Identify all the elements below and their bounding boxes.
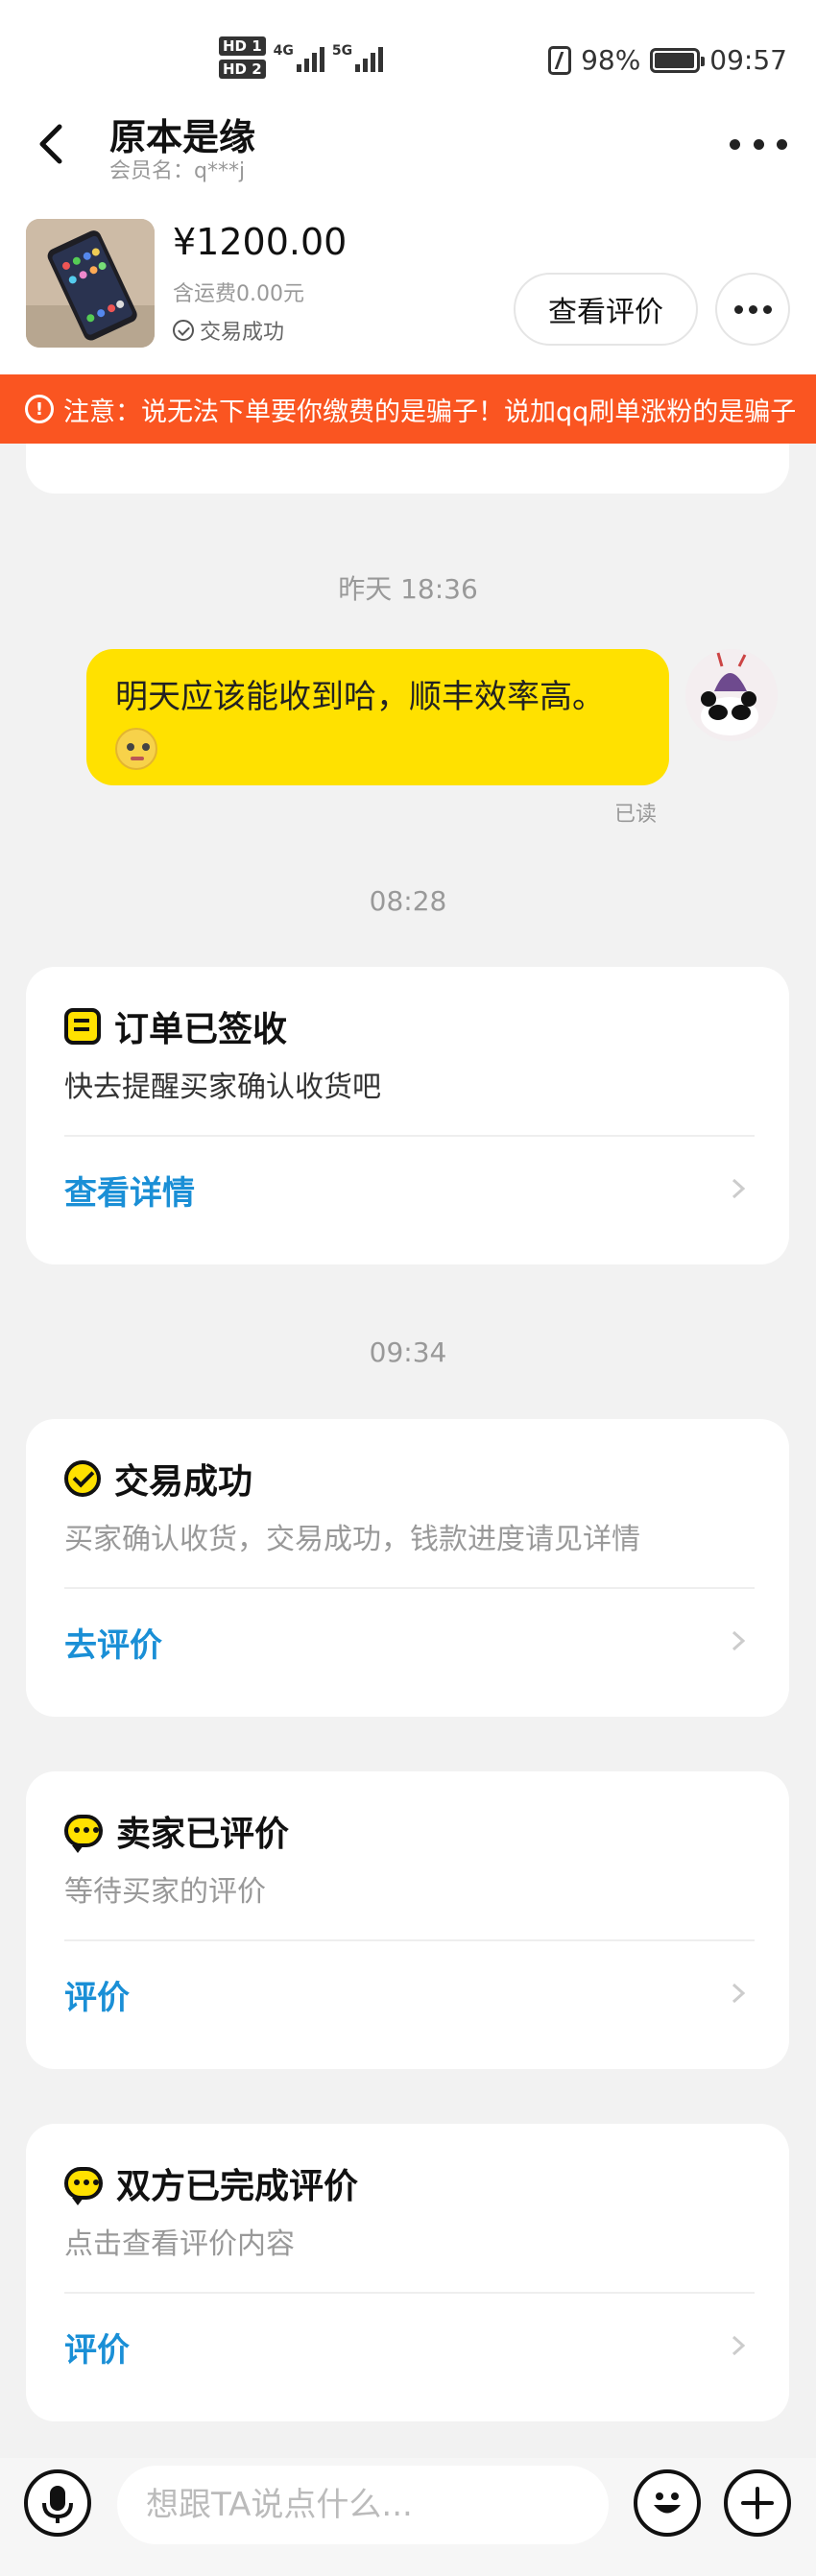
read-receipt: 已读 (614, 803, 658, 827)
more-options-icon[interactable] (730, 125, 787, 163)
status-right: 98% 09:57 (548, 44, 787, 76)
back-arrow-icon[interactable] (29, 115, 77, 173)
plus-icon[interactable] (724, 2469, 791, 2537)
message-input[interactable] (117, 2466, 609, 2544)
card-title: 交易成功 (64, 1454, 252, 1504)
hd-badge-1: HD 1 (219, 36, 266, 56)
chat-bubble-icon (64, 2167, 103, 2205)
view-review-button[interactable]: 查看评价 (514, 273, 698, 346)
card-title: 双方已完成评价 (64, 2158, 358, 2208)
review-link[interactable]: 评价 (64, 2323, 130, 2371)
review-link[interactable]: 评价 (64, 1971, 130, 2018)
chevron-right-icon (732, 1178, 746, 1199)
divider (64, 1939, 755, 1941)
message-bubble: 明天应该能收到哈，顺丰效率高。 (86, 649, 669, 785)
warning-banner: ! 注意：说无法下单要你缴费的是骗子！说加qq刷单涨粉的是骗子 (0, 374, 816, 444)
chevron-right-icon (732, 2335, 746, 2356)
chat-bubble-icon (64, 1815, 103, 1853)
network-type-2: 5G (331, 43, 353, 59)
network-indicators: HD 1 HD 2 4G 5G (219, 36, 384, 79)
shipping-info: 含运费0.00元 (173, 282, 304, 306)
order-icon (64, 1008, 101, 1045)
timestamp: 08:28 (369, 885, 447, 917)
signal-icon-2: 5G (331, 43, 384, 72)
nfc-icon (548, 45, 572, 75)
card-description: 快去提醒买家确认收货吧 (64, 1071, 381, 1104)
battery-icon (650, 47, 706, 73)
card-title-text: 卖家已评价 (116, 1815, 290, 1854)
warning-icon: ! (25, 395, 54, 423)
input-bar (0, 2458, 816, 2576)
contact-name: 原本是缘 (109, 116, 256, 158)
divider (64, 1587, 755, 1589)
timestamp: 09:34 (369, 1336, 447, 1368)
member-name: 会员名：q***j (109, 159, 246, 183)
seller-reviewed-card[interactable]: 卖家已评价 等待买家的评价 评价 (26, 1771, 789, 2069)
trade-status: 交易成功 (173, 315, 284, 346)
divider (64, 1135, 755, 1137)
product-bar: ¥1200.00 含运费0.00元 交易成功 查看评价 (0, 192, 816, 374)
trade-status-label: 交易成功 (200, 321, 285, 345)
check-circle-icon (173, 320, 194, 341)
network-type-1: 4G (273, 43, 294, 59)
card-description: 点击查看评价内容 (64, 2227, 295, 2261)
card-title: 卖家已评价 (64, 1806, 289, 1856)
battery-percent: 98% (581, 44, 641, 76)
product-more-icon[interactable] (715, 273, 790, 346)
chevron-right-icon (732, 1630, 746, 1651)
card-title: 订单已签收 (64, 1001, 287, 1051)
card-description: 等待买家的评价 (64, 1875, 266, 1909)
clock: 09:57 (709, 44, 787, 76)
emoji-icon[interactable] (634, 2469, 701, 2537)
chat-header: 原本是缘 会员名：q***j (0, 96, 816, 192)
signal-icon-1: 4G (274, 43, 324, 72)
smiling-emoji-icon (115, 727, 157, 770)
timestamp: 昨天 18:36 (338, 573, 478, 605)
card-title-text: 双方已完成评价 (116, 2167, 359, 2206)
card-title-text: 交易成功 (114, 1462, 253, 1502)
message-text: 明天应该能收到哈，顺丰效率高。 (115, 678, 605, 716)
status-bar: HD 1 HD 2 4G 5G 98% 09:57 (0, 0, 816, 96)
card-description: 买家确认收货，交易成功，钱款进度请见详情 (64, 1523, 640, 1556)
avatar[interactable] (685, 649, 778, 741)
view-details-link[interactable]: 查看详情 (64, 1167, 195, 1214)
chevron-right-icon (732, 1983, 746, 2004)
product-price: ¥1200.00 (173, 221, 348, 263)
card-title-text: 订单已签收 (114, 1010, 288, 1049)
microphone-icon[interactable] (24, 2469, 91, 2537)
trade-success-card[interactable]: 交易成功 买家确认收货，交易成功，钱款进度请见详情 去评价 (26, 1419, 789, 1717)
warning-text: 注意：说无法下单要你缴费的是骗子！说加qq刷单涨粉的是骗子 (63, 397, 797, 427)
go-review-link[interactable]: 去评价 (64, 1619, 162, 1666)
divider (64, 2292, 755, 2294)
hd-badge-2: HD 2 (219, 60, 266, 79)
order-signed-card[interactable]: 订单已签收 快去提醒买家确认收货吧 查看详情 (26, 967, 789, 1264)
product-thumbnail[interactable] (26, 219, 155, 348)
previous-card-bottom (26, 444, 789, 494)
check-icon (64, 1460, 101, 1497)
both-reviewed-card[interactable]: 双方已完成评价 点击查看评价内容 评价 (26, 2124, 789, 2421)
